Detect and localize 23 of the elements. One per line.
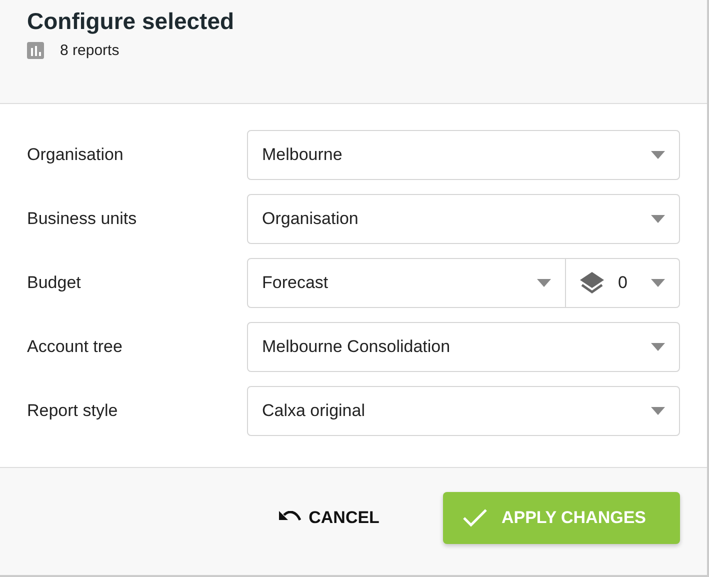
- cancel-button[interactable]: CANCEL: [272, 504, 386, 532]
- report-count: 8 reports: [60, 40, 120, 61]
- caret-icon: [651, 407, 665, 415]
- field-label: Account tree: [27, 336, 124, 358]
- field-label: Budget: [27, 272, 82, 294]
- caret-icon: [651, 343, 665, 351]
- caret-icon: [537, 279, 551, 287]
- check-icon: [463, 508, 488, 526]
- bar-chart-icon: [27, 42, 44, 60]
- dropdown-field[interactable]: Melbourne Consolidation: [247, 322, 680, 372]
- caret-icon: [651, 279, 665, 287]
- field-label: Organisation: [27, 144, 124, 166]
- layers-icon: [580, 272, 604, 294]
- field-label: Business units: [27, 208, 138, 230]
- field-label: Report style: [27, 400, 119, 422]
- caret-icon: [651, 215, 665, 223]
- caret-icon: [651, 151, 665, 159]
- version-dropdown[interactable]: 0: [566, 258, 680, 308]
- dropdown-field[interactable]: Melbourne: [247, 130, 680, 180]
- dropdown-field[interactable]: Calxa original: [247, 386, 680, 436]
- dropdown-field[interactable]: Organisation: [247, 194, 680, 244]
- dialog-title: Configure selected: [27, 8, 236, 36]
- dropdown-field[interactable]: Forecast: [247, 258, 566, 308]
